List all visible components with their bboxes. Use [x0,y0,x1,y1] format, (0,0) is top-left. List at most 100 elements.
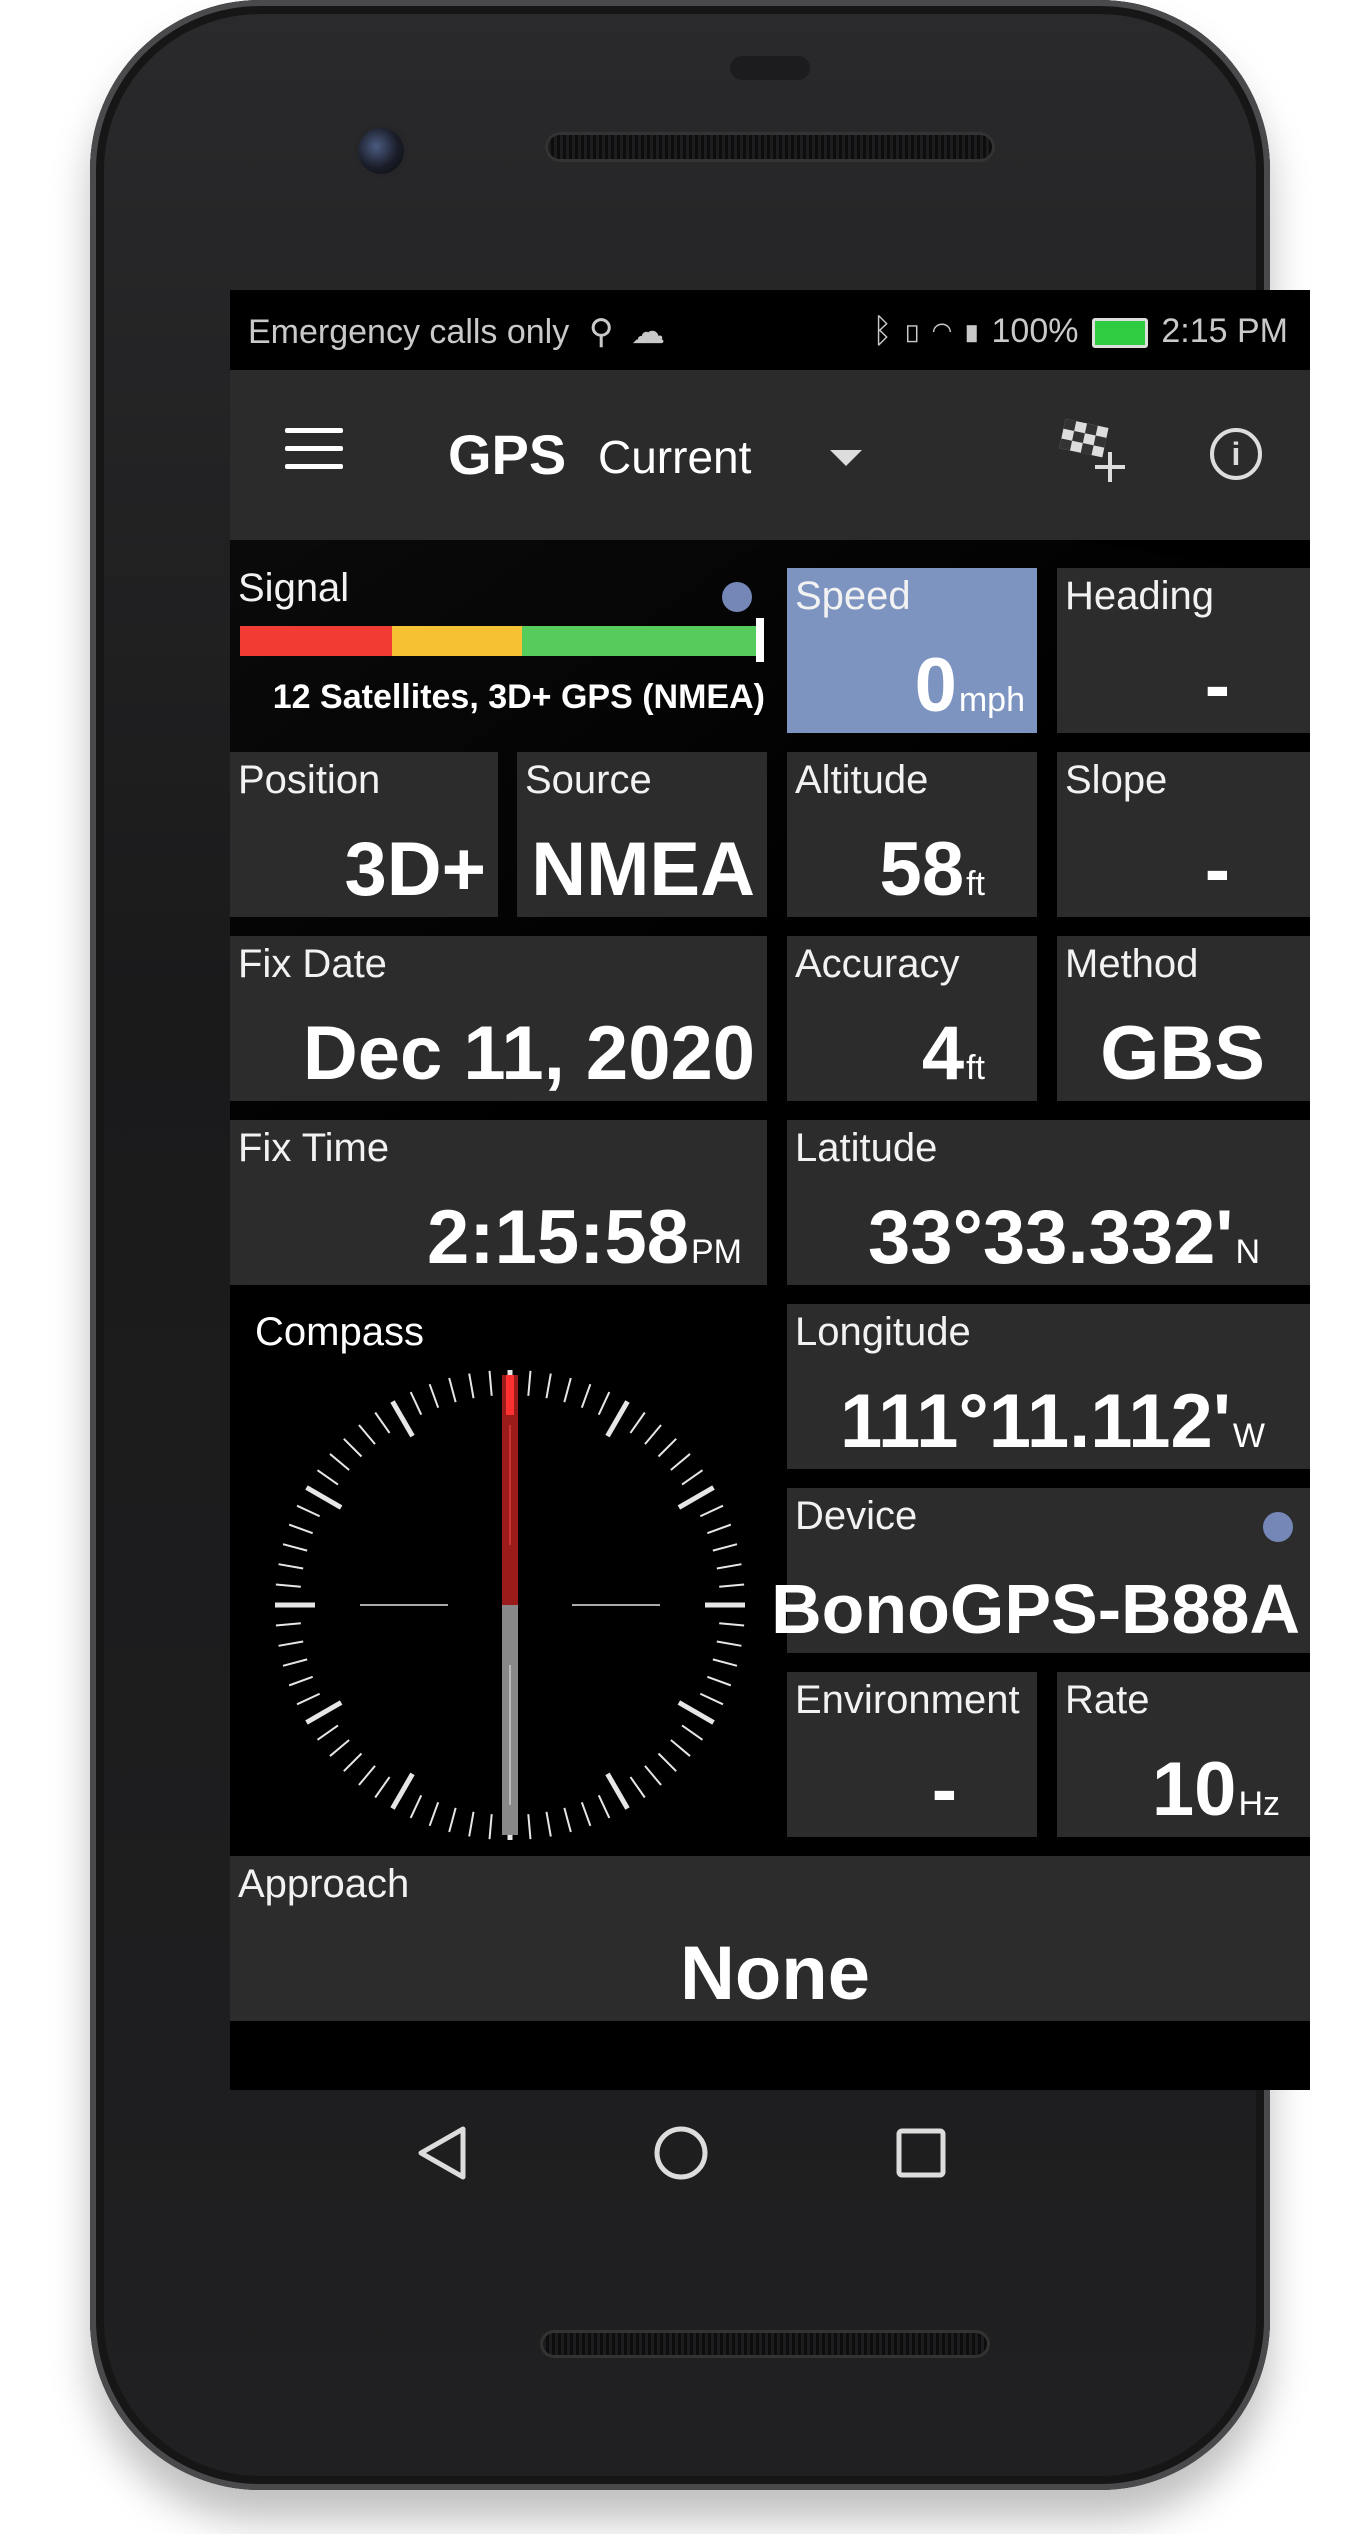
checkered-flag-add-icon[interactable] [1058,418,1130,484]
compass-tick [681,1724,704,1741]
status-right: ᛒ ▯ ◠ ▮ 100% 2:15 PM [872,312,1288,351]
compass-tick [605,1400,630,1438]
compass-tick [712,1658,738,1667]
source-tile[interactable]: Source NMEA [517,752,767,917]
latitude-tile[interactable]: Latitude 33°33.332'N [787,1120,1310,1285]
slope-tile[interactable]: Slope - [1057,752,1310,917]
app-toolbar: GPS Current i [230,370,1310,540]
compass-tick [677,1485,715,1510]
signal-status-dot [722,582,752,612]
compass-tick [488,1370,493,1396]
compass-tick [468,1373,475,1399]
speed-tile[interactable]: Speed 0mph [787,568,1037,733]
status-left: Emergency calls only ⚲ ☁ [248,312,665,352]
compass-tick [316,1469,339,1486]
compass-tick [390,1400,415,1438]
environment-tile[interactable]: Environment - [787,1672,1037,1837]
dropdown-arrow-icon[interactable] [830,450,862,466]
fix-time-tile[interactable]: Fix Time 2:15:58PM [230,1120,767,1285]
usb-icon: ⚲ [588,313,614,351]
compass-tick [527,1370,532,1396]
latitude-value: 33°33.332'N [867,1195,1260,1280]
back-icon[interactable] [415,2123,469,2183]
home-icon[interactable] [653,2125,709,2181]
compass-tick [409,1794,423,1819]
compass-tick [282,1658,308,1667]
compass-tick [629,1776,646,1799]
compass-tick [527,1814,532,1840]
speed-value: 0mph [914,643,1025,728]
profile-selector[interactable]: Current [598,430,751,484]
carrier-status: Emergency calls only [248,313,570,351]
clock: 2:15 PM [1161,312,1288,350]
compass-tick [670,1739,691,1757]
method-tile[interactable]: Method GBS [1057,936,1310,1101]
compass-tick [644,1424,662,1445]
rate-label: Rate [1065,1678,1150,1722]
position-label: Position [238,758,381,802]
compass-tick [719,1622,745,1627]
device-tile[interactable]: Device BonoGPS-B88A [771,1488,1310,1653]
compass-tick [712,1543,738,1552]
compass-tick [316,1724,339,1741]
longitude-tile[interactable]: Longitude 111°11.112'W [787,1304,1310,1469]
compass-tick [428,1801,440,1827]
compass-tick [644,1765,662,1786]
compass-needle [502,1375,518,1835]
source-value: NMEA [531,827,755,912]
device-value: BonoGPS-B88A [771,1570,1300,1648]
rate-tile[interactable]: Rate 10Hz [1057,1672,1310,1837]
altitude-label: Altitude [795,758,929,802]
compass-tick [358,1424,376,1445]
bluetooth-icon: ᛒ [872,312,893,350]
compass-tick [305,1485,343,1510]
compass-tick [563,1807,572,1833]
device-label: Device [795,1494,918,1538]
battery-percent: 100% [991,312,1079,350]
compass-tick [409,1391,423,1416]
compass-tick [699,1504,724,1518]
compass-tick [605,1772,630,1810]
accuracy-tile[interactable]: Accuracy 4ft [787,936,1037,1101]
source-label: Source [525,758,652,802]
front-camera [358,128,404,174]
approach-tile[interactable]: Approach None [230,1856,1310,2021]
slope-value: - [1204,827,1230,912]
compass-tick [580,1801,592,1827]
info-icon[interactable]: i [1210,428,1262,480]
bottom-speaker [540,2330,990,2358]
menu-icon[interactable] [285,428,343,470]
wifi-icon: ◠ [931,312,953,350]
device-status-dot [1263,1512,1293,1542]
speed-label: Speed [795,574,911,618]
fix-time-label: Fix Time [238,1126,390,1170]
method-value: GBS [1100,1011,1265,1096]
method-label: Method [1065,942,1199,986]
compass-tick [716,1563,742,1570]
heading-tile[interactable]: Heading - [1057,568,1310,733]
compass-dial [275,1370,745,1840]
recents-icon[interactable] [895,2127,947,2179]
compass-tick [657,1438,677,1458]
compass-tick [282,1543,308,1552]
compass-tick [374,1411,391,1434]
compass-tick [448,1377,457,1403]
compass-tick [374,1776,391,1799]
altitude-tile[interactable]: Altitude 58ft [787,752,1037,917]
status-bar: Emergency calls only ⚲ ☁ ᛒ ▯ ◠ ▮ 100% 2:… [230,290,1310,370]
approach-label: Approach [238,1862,410,1906]
signal-strength-bar [240,626,760,656]
fix-date-tile[interactable]: Fix Date Dec 11, 2020 [230,936,767,1101]
sd-icon: ▮ [961,312,983,350]
compass-tick [428,1383,440,1409]
position-tile[interactable]: Position 3D+ [230,752,498,917]
position-value: 3D+ [344,827,486,912]
compass-tick [296,1692,321,1706]
compass-tick [329,1739,350,1757]
phone-frame: Emergency calls only ⚲ ☁ ᛒ ▯ ◠ ▮ 100% 2:… [90,0,1310,2490]
fix-date-label: Fix Date [238,942,387,986]
compass-tick [719,1583,745,1588]
signal-tile[interactable]: Signal 12 Satellites, 3D+ GPS (NMEA) [230,560,765,725]
accuracy-label: Accuracy [795,942,960,986]
compass-tick [288,1523,314,1535]
